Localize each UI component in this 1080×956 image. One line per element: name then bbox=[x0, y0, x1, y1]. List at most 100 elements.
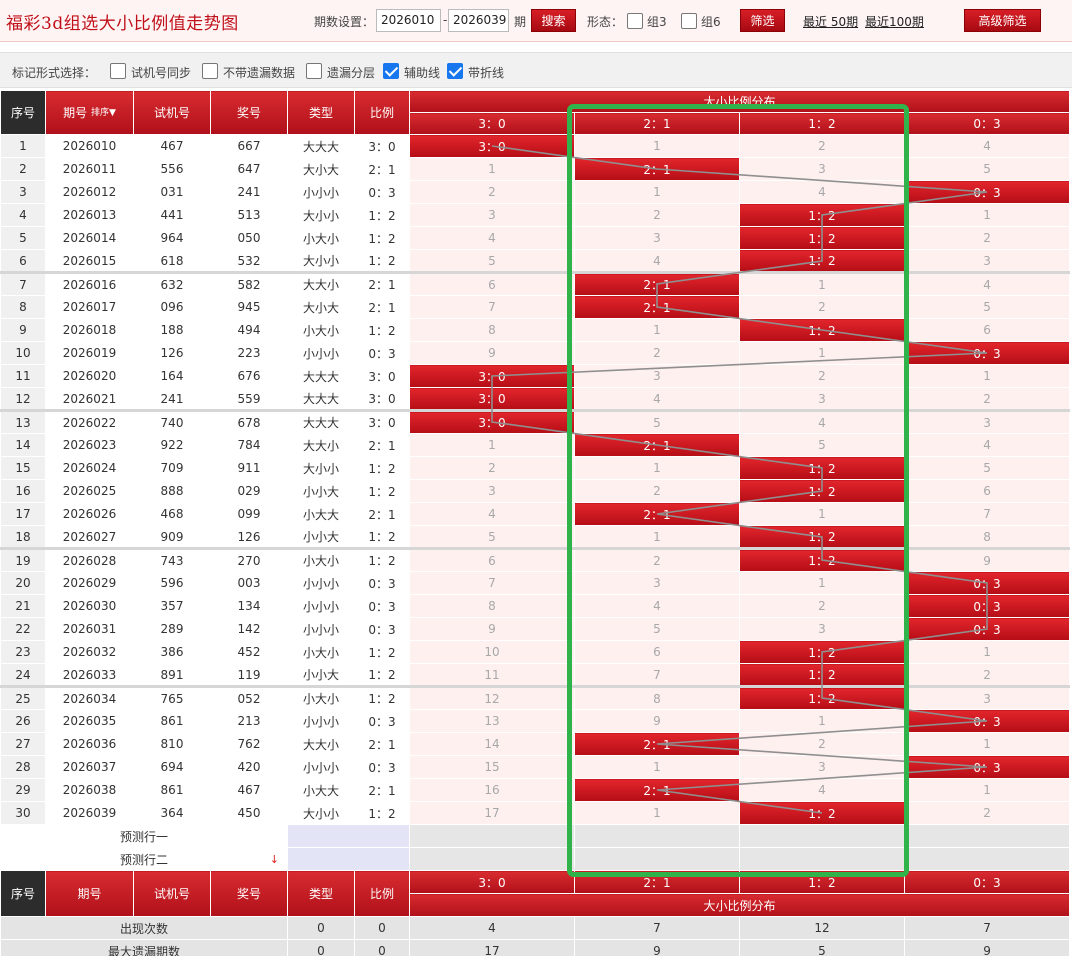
row-win: 270 bbox=[210, 547, 288, 572]
dist-miss-cell: 8 bbox=[409, 594, 575, 618]
row-type: 大小大 bbox=[287, 295, 355, 319]
dist-miss-cell: 1 bbox=[739, 502, 905, 526]
dist-miss-cell: 14 bbox=[409, 732, 575, 756]
dist-miss-cell: 16 bbox=[409, 778, 575, 802]
predict-cell[interactable] bbox=[903, 847, 1071, 871]
period-from-input[interactable]: 2026010 bbox=[376, 9, 441, 32]
table-row: 25 2026034 765 052 小大小 1：2 12 8 1：2 3 bbox=[0, 685, 1071, 710]
predict-cell[interactable] bbox=[409, 847, 575, 871]
row-issue: 2026010 bbox=[45, 134, 134, 158]
polyline-checkbox[interactable] bbox=[447, 63, 463, 79]
row-type: 大大大 bbox=[287, 364, 355, 388]
stats-ratio: 0 bbox=[354, 916, 410, 940]
predict-row[interactable]: 预测行一 bbox=[0, 824, 1071, 848]
dist-hit-cell: 0：3 bbox=[903, 341, 1071, 365]
dist-hit-cell: 1：2 bbox=[739, 456, 905, 480]
dist-miss-cell: 7 bbox=[903, 502, 1071, 526]
recent-50-link[interactable]: 最近 50期 bbox=[803, 13, 858, 30]
predict-cell[interactable] bbox=[739, 824, 905, 848]
recent-100-link[interactable]: 最近100期 bbox=[865, 13, 924, 30]
dist-miss-cell: 2 bbox=[739, 732, 905, 756]
row-issue: 2026015 bbox=[45, 249, 134, 273]
row-win: 119 bbox=[210, 663, 288, 687]
table-row: 24 2026033 891 119 小小大 1：2 11 7 1：2 2 bbox=[0, 663, 1071, 687]
sync-test-checkbox[interactable] bbox=[110, 63, 126, 79]
row-win: 099 bbox=[210, 502, 288, 526]
dist-hit-cell: 2：1 bbox=[574, 157, 740, 181]
dist-hit-cell: 0：3 bbox=[903, 755, 1071, 779]
dist-hit-cell: 1：2 bbox=[739, 249, 905, 273]
table-row: 18 2026027 909 126 小小大 1：2 5 1 1：2 8 bbox=[0, 525, 1071, 549]
dist-miss-cell: 9 bbox=[903, 547, 1071, 572]
dist-hit-cell: 0：3 bbox=[903, 594, 1071, 618]
advanced-filter-button[interactable]: 高级筛选 bbox=[964, 9, 1041, 32]
table-row: 21 2026030 357 134 小小小 0：3 8 4 2 0：3 bbox=[0, 594, 1071, 618]
dist-miss-cell: 8 bbox=[903, 525, 1071, 549]
dist-hit-cell: 3：0 bbox=[409, 364, 575, 388]
stats-type: 0 bbox=[287, 916, 355, 940]
row-issue: 2026018 bbox=[45, 318, 134, 342]
filter-button[interactable]: 筛选 bbox=[740, 9, 785, 32]
dist-miss-cell: 2 bbox=[739, 295, 905, 319]
table-row: 23 2026032 386 452 小大小 1：2 10 6 1：2 1 bbox=[0, 640, 1071, 664]
predict-input-cell[interactable] bbox=[287, 847, 410, 871]
dist-miss-cell: 2 bbox=[903, 663, 1071, 687]
aux-line-checkbox[interactable] bbox=[383, 63, 399, 79]
predict-cell[interactable] bbox=[739, 847, 905, 871]
mark-options-label: 标记形式选择： bbox=[12, 66, 97, 80]
header-dist: 大小比例分布 bbox=[408, 90, 1071, 113]
group3-checkbox[interactable] bbox=[627, 13, 643, 29]
dist-miss-cell: 3 bbox=[574, 226, 740, 250]
period-to-input[interactable]: 2026039 bbox=[448, 9, 509, 32]
no-miss-data-checkbox[interactable] bbox=[202, 63, 218, 79]
predict-cell[interactable] bbox=[903, 824, 1071, 848]
row-ratio: 0：3 bbox=[354, 180, 410, 204]
footer-header-issue: 期号 bbox=[45, 870, 134, 917]
header-issue[interactable]: 期号 排序▼ bbox=[45, 90, 134, 135]
dist-hit-cell: 2：1 bbox=[574, 271, 740, 296]
down-arrow-icon[interactable]: ↓ bbox=[270, 853, 279, 866]
dist-miss-cell: 5 bbox=[903, 456, 1071, 480]
dist-hit-cell: 3：0 bbox=[409, 134, 575, 158]
polyline-label: 带折线 bbox=[468, 66, 505, 80]
predict-row[interactable]: 预测行二 ↓ bbox=[0, 847, 1071, 871]
dist-miss-cell: 9 bbox=[409, 341, 575, 365]
table-row: 16 2026025 888 029 小小大 1：2 3 2 1：2 6 bbox=[0, 479, 1071, 503]
dist-miss-cell: 11 bbox=[409, 663, 575, 687]
dist-miss-cell: 6 bbox=[903, 318, 1071, 342]
row-win: 762 bbox=[210, 732, 288, 756]
sort-icon[interactable]: 排序▼ bbox=[91, 109, 116, 118]
dist-miss-cell: 5 bbox=[903, 157, 1071, 181]
predict-cell[interactable] bbox=[574, 847, 740, 871]
row-ratio: 3：0 bbox=[354, 387, 410, 411]
dist-miss-cell: 6 bbox=[409, 271, 575, 296]
dist-miss-cell: 1 bbox=[739, 709, 905, 733]
row-type: 小小小 bbox=[287, 709, 355, 733]
dist-miss-cell: 9 bbox=[409, 617, 575, 641]
predict-cell[interactable] bbox=[574, 824, 740, 848]
row-test: 694 bbox=[133, 755, 211, 779]
row-test: 031 bbox=[133, 180, 211, 204]
row-idx: 16 bbox=[0, 479, 46, 503]
row-test: 909 bbox=[133, 525, 211, 549]
header-type: 类型 bbox=[287, 90, 355, 135]
row-ratio: 0：3 bbox=[354, 709, 410, 733]
predict-cell[interactable] bbox=[409, 824, 575, 848]
row-ratio: 1：2 bbox=[354, 663, 410, 687]
group6-checkbox[interactable] bbox=[681, 13, 697, 29]
predict-input-cell[interactable] bbox=[287, 824, 410, 848]
row-test: 164 bbox=[133, 364, 211, 388]
group3-label: 组3 bbox=[647, 15, 667, 29]
row-type: 小大小 bbox=[287, 226, 355, 250]
dist-miss-cell: 2 bbox=[739, 134, 905, 158]
dist-miss-cell: 2 bbox=[903, 387, 1071, 411]
row-ratio: 1：2 bbox=[354, 525, 410, 549]
row-type: 小大小 bbox=[287, 685, 355, 710]
row-idx: 11 bbox=[0, 364, 46, 388]
search-button[interactable]: 搜索 bbox=[531, 9, 576, 32]
row-type: 大小大 bbox=[287, 157, 355, 181]
miss-layer-checkbox[interactable] bbox=[306, 63, 322, 79]
row-type: 大小小 bbox=[287, 456, 355, 480]
row-ratio: 0：3 bbox=[354, 755, 410, 779]
form-label: 形态： bbox=[587, 15, 624, 29]
